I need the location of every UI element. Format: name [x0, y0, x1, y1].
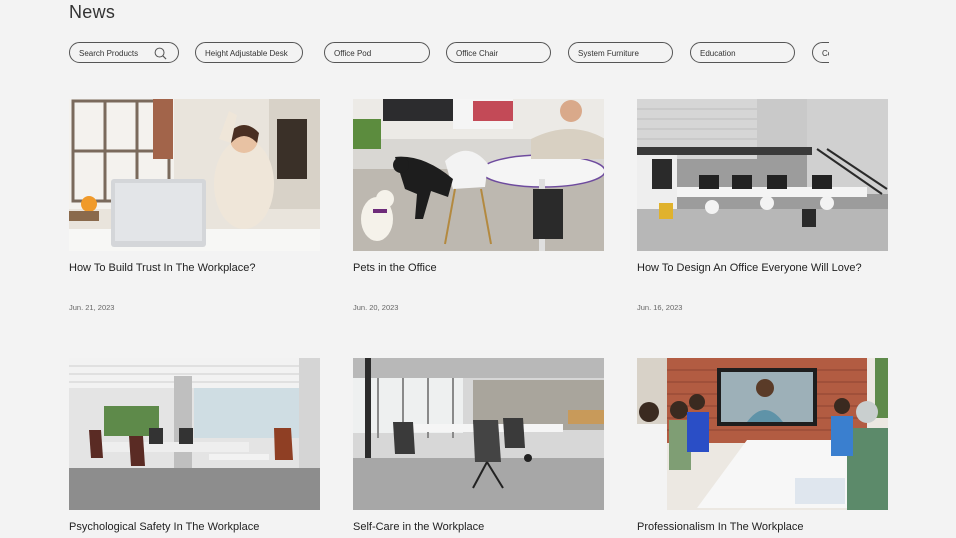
filter-more[interactable]: Co — [812, 42, 829, 63]
article-card[interactable]: Pets in the Office Jun. 20, 2023 — [353, 99, 604, 312]
article-card[interactable]: How To Design An Office Everyone Will Lo… — [637, 99, 888, 312]
article-card[interactable]: How To Build Trust In The Workplace? Jun… — [69, 99, 320, 312]
search-placeholder: Search Products — [79, 49, 139, 58]
article-image[interactable] — [69, 99, 320, 251]
article-title[interactable]: How To Build Trust In The Workplace? — [69, 262, 320, 274]
article-image[interactable] — [353, 358, 604, 510]
article-title[interactable]: Self-Care in the Workplace — [353, 521, 604, 533]
article-image[interactable] — [637, 99, 888, 251]
article-image[interactable] — [637, 358, 888, 510]
search-icon[interactable] — [154, 47, 167, 60]
article-card[interactable]: Psychological Safety In The Workplace — [69, 358, 320, 533]
article-card[interactable]: Self-Care in the Workplace — [353, 358, 604, 533]
filter-office-pod[interactable]: Office Pod — [324, 42, 430, 63]
filter-education[interactable]: Education — [690, 42, 795, 63]
search-input[interactable]: Search Products — [69, 42, 179, 63]
filter-height-adjustable-desk[interactable]: Height Adjustable Desk — [195, 42, 303, 63]
filter-office-chair[interactable]: Office Chair — [446, 42, 551, 63]
article-date: Jun. 16, 2023 — [637, 303, 683, 312]
filter-system-furniture[interactable]: System Furniture — [568, 42, 673, 63]
article-card[interactable]: Professionalism In The Workplace — [637, 358, 888, 533]
article-title[interactable]: Professionalism In The Workplace — [637, 521, 888, 533]
article-image[interactable] — [353, 99, 604, 251]
article-title[interactable]: How To Design An Office Everyone Will Lo… — [637, 262, 888, 274]
article-date: Jun. 20, 2023 — [353, 303, 399, 312]
article-date: Jun. 21, 2023 — [69, 303, 115, 312]
article-title[interactable]: Pets in the Office — [353, 262, 604, 274]
page-title: News — [69, 2, 116, 22]
filter-bar: Search Products Height Adjustable Desk O… — [69, 42, 829, 65]
article-image[interactable] — [69, 358, 320, 510]
article-title[interactable]: Psychological Safety In The Workplace — [69, 521, 320, 533]
